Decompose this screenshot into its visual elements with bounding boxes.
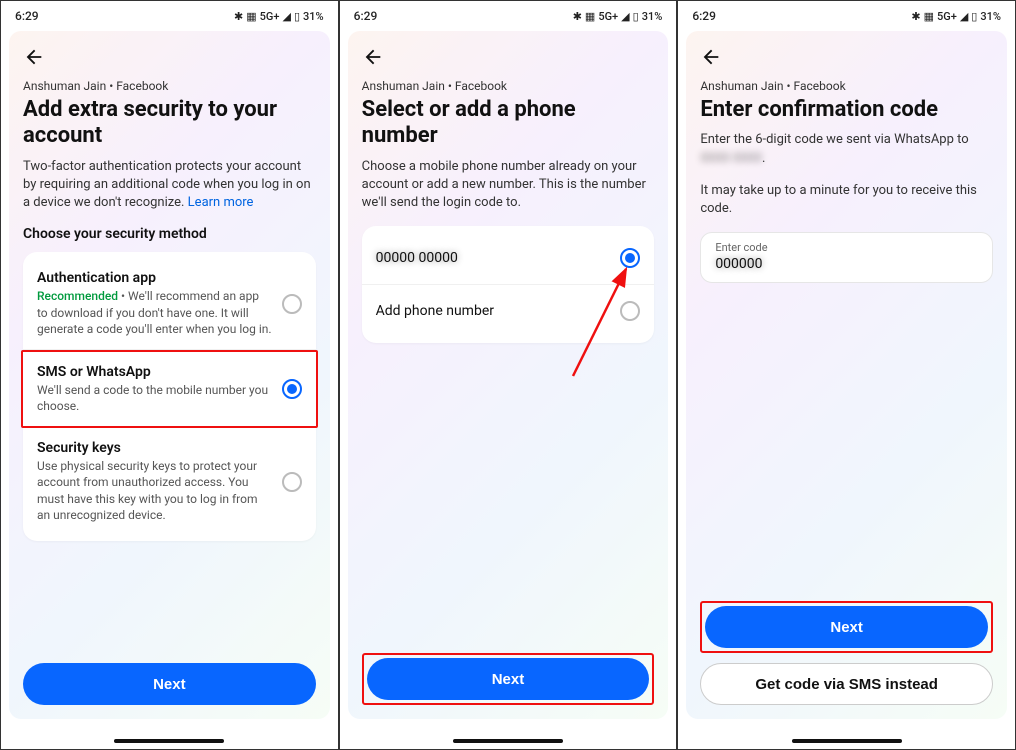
input-label: Enter code <box>715 241 978 254</box>
next-button[interactable]: Next <box>23 663 316 705</box>
code-input[interactable]: Enter code 000000 <box>700 232 993 283</box>
page-title: Add extra security to your account <box>23 97 316 150</box>
option-title: Security keys <box>37 440 272 456</box>
page-title: Enter confirmation code <box>700 97 993 123</box>
phone-number-list: 00000 00000 Add phone number <box>362 226 655 343</box>
battery-percent: 31% <box>980 10 1001 23</box>
option-title: Authentication app <box>37 270 272 286</box>
back-button[interactable] <box>362 45 386 69</box>
radio-selected-icon <box>620 248 640 268</box>
statusbar-time: 6:29 <box>692 9 716 23</box>
network-label: 5G+ <box>260 10 280 23</box>
network-label: 5G+ <box>937 10 957 23</box>
radio-unselected-icon <box>282 472 302 492</box>
screen-content: Anshuman Jain • Facebook Add extra secur… <box>9 31 330 719</box>
statusbar-right: ✱ ▦ 5G+ ◢ ▯ 31% <box>573 10 663 23</box>
option-auth-app[interactable]: Authentication app Recommended • We'll r… <box>23 258 316 350</box>
battery-percent: 31% <box>642 10 663 23</box>
screen-3: 6:29 ✱ ▦ 5G+ ◢ ▯ 31% Anshuman Jain • Fac… <box>677 0 1016 750</box>
nav-indicator[interactable] <box>114 739 224 743</box>
radio-selected-icon <box>282 379 302 399</box>
back-button[interactable] <box>700 45 724 69</box>
page-description: Choose a mobile phone number already on … <box>362 158 655 213</box>
signal-icon: ◢ <box>960 10 968 23</box>
page-title: Select or add a phone number <box>362 97 655 150</box>
add-phone-label: Add phone number <box>376 303 611 319</box>
screen-content: Anshuman Jain • Facebook Select or add a… <box>348 31 669 719</box>
statusbar-right: ✱ ▦ 5G+ ◢ ▯ 31% <box>911 10 1001 23</box>
nav-indicator[interactable] <box>792 739 902 743</box>
next-button[interactable]: Next <box>367 658 650 700</box>
network-label: 5G+ <box>598 10 618 23</box>
input-value: 000000 <box>715 256 978 272</box>
next-button-highlight: Next <box>362 653 655 705</box>
arrow-left-icon <box>362 46 384 68</box>
statusbar: 6:29 ✱ ▦ 5G+ ◢ ▯ 31% <box>1 1 338 31</box>
screen-content: Anshuman Jain • Facebook Enter confirmat… <box>686 31 1007 719</box>
page-description-1: Enter the 6-digit code we sent via Whats… <box>700 131 993 167</box>
section-label: Choose your security method <box>23 226 316 242</box>
security-method-list: Authentication app Recommended • We'll r… <box>23 252 316 541</box>
option-add-phone[interactable]: Add phone number <box>362 285 655 337</box>
page-description: Two-factor authentication protects your … <box>23 158 316 213</box>
radio-unselected-icon <box>282 294 302 314</box>
statusbar-time: 6:29 <box>354 9 378 23</box>
option-security-keys[interactable]: Security keys Use physical security keys… <box>23 428 316 535</box>
bluetooth-icon: ✱ <box>234 10 243 23</box>
nav-indicator[interactable] <box>453 739 563 743</box>
battery-icon: ▯ <box>633 10 639 23</box>
option-sub: We'll send a code to the mobile number y… <box>37 382 272 414</box>
next-button-highlight: Next <box>700 601 993 653</box>
option-title: SMS or WhatsApp <box>37 364 272 380</box>
screen-1: 6:29 ✱ ▦ 5G+ ◢ ▯ 31% Anshuman Jain • Fac… <box>0 0 339 750</box>
vibrate-icon: ▦ <box>924 10 934 23</box>
breadcrumb: Anshuman Jain • Facebook <box>23 79 316 93</box>
radio-unselected-icon <box>620 301 640 321</box>
bluetooth-icon: ✱ <box>573 10 582 23</box>
signal-icon: ◢ <box>621 10 629 23</box>
option-existing-phone[interactable]: 00000 00000 <box>362 232 655 285</box>
statusbar-right: ✱ ▦ 5G+ ◢ ▯ 31% <box>234 10 324 23</box>
arrow-left-icon <box>700 46 722 68</box>
learn-more-link[interactable]: Learn more <box>188 195 254 210</box>
redacted-phone: 0000 0000 <box>700 151 762 166</box>
battery-icon: ▯ <box>971 10 977 23</box>
bluetooth-icon: ✱ <box>911 10 920 23</box>
statusbar: 6:29 ✱ ▦ 5G+ ◢ ▯ 31% <box>340 1 677 31</box>
arrow-left-icon <box>23 46 45 68</box>
battery-icon: ▯ <box>294 10 300 23</box>
option-sms-whatsapp[interactable]: SMS or WhatsApp We'll send a code to the… <box>21 350 318 428</box>
statusbar-time: 6:29 <box>15 9 39 23</box>
battery-percent: 31% <box>303 10 324 23</box>
statusbar: 6:29 ✱ ▦ 5G+ ◢ ▯ 31% <box>678 1 1015 31</box>
sms-instead-button[interactable]: Get code via SMS instead <box>700 663 993 705</box>
breadcrumb: Anshuman Jain • Facebook <box>362 79 655 93</box>
option-sub: Use physical security keys to protect yo… <box>37 458 272 523</box>
vibrate-icon: ▦ <box>585 10 595 23</box>
existing-phone-number: 00000 00000 <box>376 250 611 266</box>
back-button[interactable] <box>23 45 47 69</box>
signal-icon: ◢ <box>283 10 291 23</box>
vibrate-icon: ▦ <box>246 10 256 23</box>
breadcrumb: Anshuman Jain • Facebook <box>700 79 993 93</box>
page-description-2: It may take up to a minute for you to re… <box>700 182 993 218</box>
screen-2: 6:29 ✱ ▦ 5G+ ◢ ▯ 31% Anshuman Jain • Fac… <box>339 0 678 750</box>
next-button[interactable]: Next <box>705 606 988 648</box>
option-sub: Recommended • We'll recommend an app to … <box>37 288 272 337</box>
